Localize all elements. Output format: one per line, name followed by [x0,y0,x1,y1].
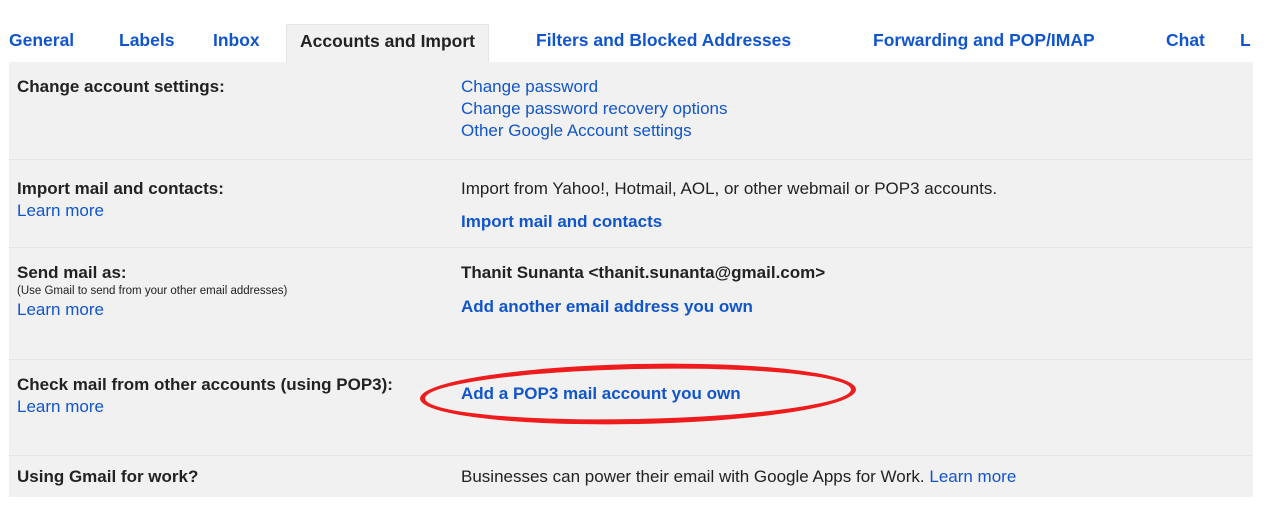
row-gmail-for-work: Using Gmail for work? Businesses can pow… [9,456,1253,497]
tab-filters-and-blocked-addresses[interactable]: Filters and Blocked Addresses [536,25,791,61]
import-mail-and-contacts-link[interactable]: Import mail and contacts [461,211,662,233]
change-password-recovery-link[interactable]: Change password recovery options [461,98,727,120]
row-import-mail-and-contacts: Import mail and contacts: Learn more Imp… [9,160,1253,248]
settings-tabs: General Labels Inbox Accounts and Import… [0,0,1268,63]
accounts-settings-panel: Change account settings: Change password… [9,62,1253,497]
add-pop3-account-link[interactable]: Add a POP3 mail account you own [461,383,741,405]
gmail-for-work-description: Businesses can power their email with Go… [461,467,925,486]
check-mail-learn-more-link[interactable]: Learn more [17,396,427,418]
tab-chat[interactable]: Chat [1166,25,1205,61]
change-account-links: Change password Change password recovery… [461,76,727,142]
tab-more[interactable]: L [1240,25,1251,61]
gmail-for-work-learn-more-link[interactable]: Learn more [929,467,1016,486]
check-mail-label-group: Check mail from other accounts (using PO… [17,374,427,418]
tab-general[interactable]: General [9,25,74,61]
send-mail-as-hint: (Use Gmail to send from your other email… [17,285,288,297]
add-another-email-link[interactable]: Add another email address you own [461,296,753,318]
import-mail-label: Import mail and contacts: [17,179,224,198]
row-change-account-settings: Change account settings: Change password… [9,62,1253,160]
change-account-settings-label: Change account settings: [17,77,225,96]
send-as-learn-more-link[interactable]: Learn more [17,299,287,321]
tab-accounts-and-import[interactable]: Accounts and Import [286,24,490,63]
check-mail-label: Check mail from other accounts (using PO… [17,375,393,394]
change-password-link[interactable]: Change password [461,76,727,98]
send-mail-as-label: Send mail as: [17,263,127,282]
row-check-mail-pop3: Check mail from other accounts (using PO… [9,360,1253,456]
tab-inbox[interactable]: Inbox [213,25,260,61]
tab-labels[interactable]: Labels [119,25,174,61]
send-mail-as-label-group: Send mail as: (Use Gmail to send from yo… [17,262,287,321]
tab-forwarding-and-pop-imap[interactable]: Forwarding and POP/IMAP [873,25,1095,61]
other-google-account-settings-link[interactable]: Other Google Account settings [461,120,727,142]
row-send-mail-as: Send mail as: (Use Gmail to send from yo… [9,248,1253,360]
gmail-for-work-description-group: Businesses can power their email with Go… [461,466,1016,488]
send-as-address: Thanit Sunanta <thanit.sunanta@gmail.com… [461,263,826,282]
import-learn-more-link[interactable]: Learn more [17,200,224,222]
import-description: Import from Yahoo!, Hotmail, AOL, or oth… [461,179,998,198]
gmail-for-work-label: Using Gmail for work? [17,467,199,486]
import-mail-label-group: Import mail and contacts: Learn more [17,178,224,222]
